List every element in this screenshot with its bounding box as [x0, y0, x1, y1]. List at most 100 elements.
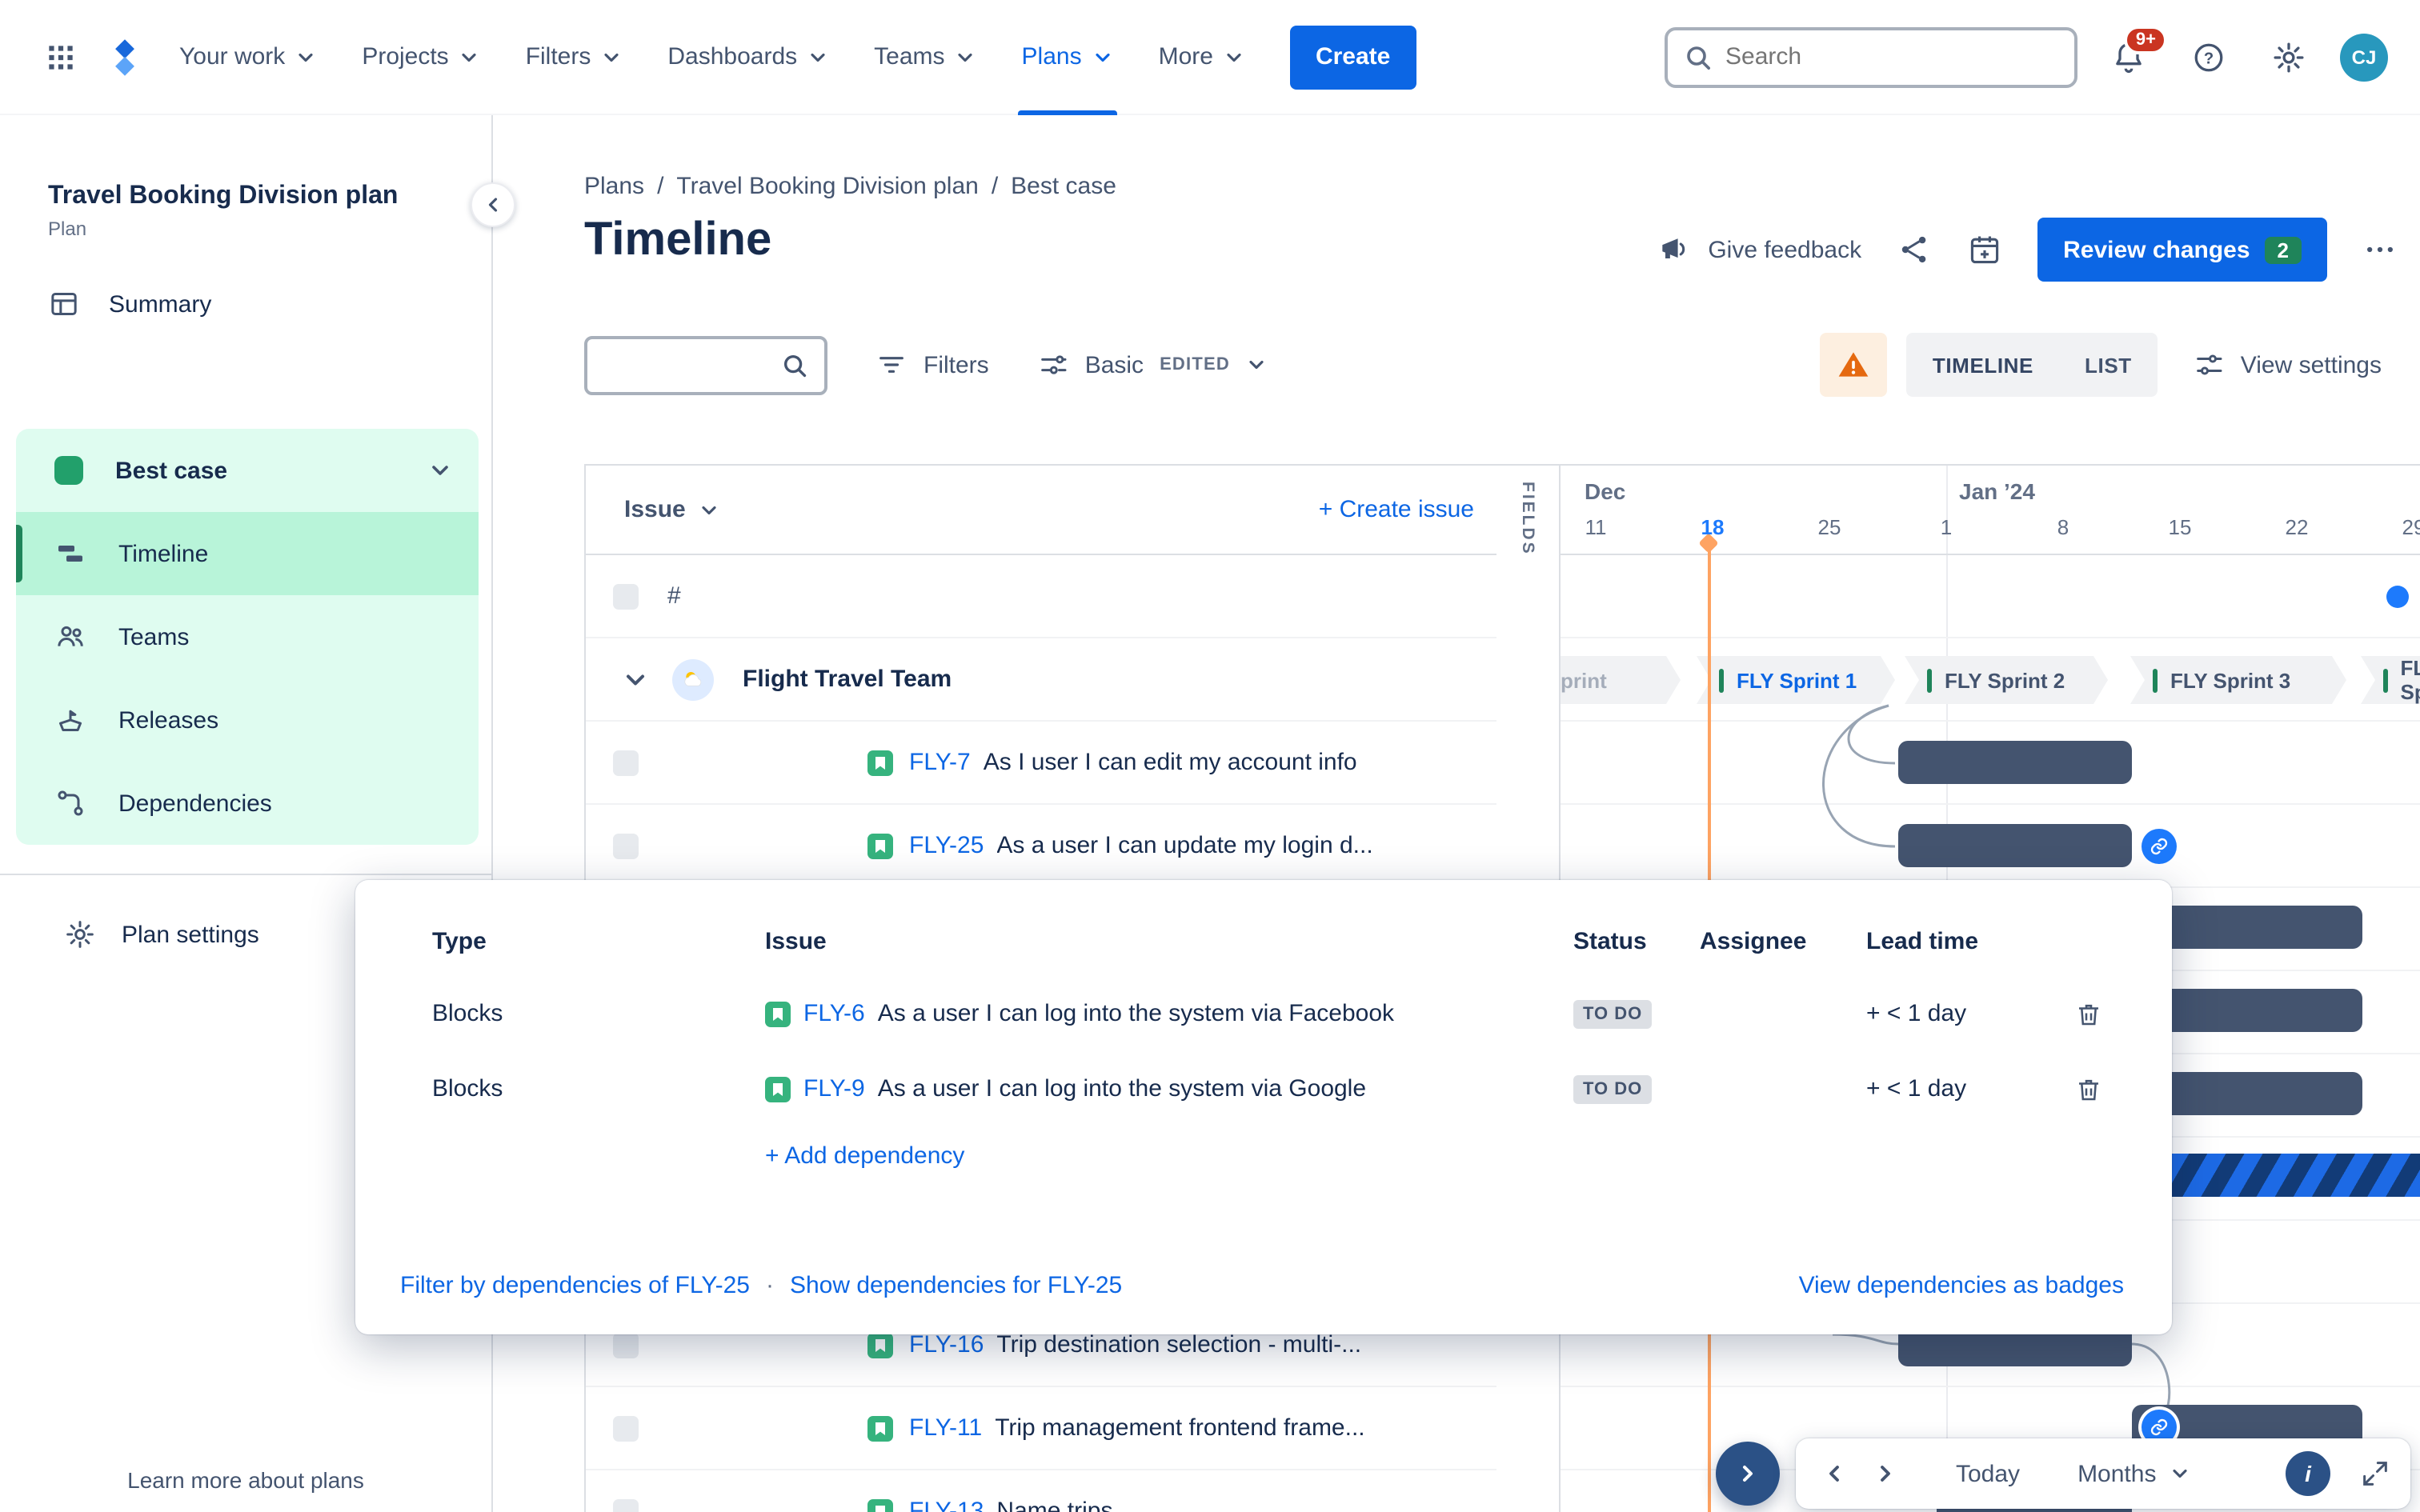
breadcrumb-plan-name[interactable]: Travel Booking Division plan	[676, 173, 978, 200]
settings-button[interactable]	[2260, 28, 2318, 86]
app-switcher-button[interactable]	[32, 28, 90, 86]
issue-row-fly-11[interactable]: FLY-11 Trip management frontend frame...	[586, 1387, 1496, 1470]
sprint-bar-fly-sprint-2[interactable]: FLY Sprint 2	[1905, 656, 2108, 704]
lead-time-value: + < 1 day	[1866, 1000, 1967, 1027]
today-button[interactable]: Today	[1956, 1460, 2020, 1487]
show-dependencies-link[interactable]: Show dependencies for FLY-25	[790, 1272, 1122, 1299]
issue-key-link[interactable]: FLY-25	[909, 832, 984, 859]
issue-summary[interactable]: Trip management frontend frame...	[995, 1414, 1364, 1442]
notification-badge: 9+	[2124, 25, 2167, 54]
sidebar-item-releases[interactable]: Releases	[16, 678, 479, 762]
create-issue-button[interactable]: + Create issue	[1319, 496, 1474, 523]
row-checkbox[interactable]	[613, 1415, 639, 1441]
plan-title: Travel Booking Division plan	[48, 182, 399, 210]
delete-dependency-button[interactable]	[2074, 1074, 2127, 1103]
view-settings-button[interactable]: View settings	[2177, 349, 2398, 381]
issue-key-link[interactable]: FLY-16	[909, 1331, 984, 1358]
review-changes-button[interactable]: Review changes 2	[2037, 218, 2327, 282]
sidebar-collapse-button[interactable]	[471, 182, 515, 227]
issue-row-fly-13[interactable]: FLY-13 Name trips	[586, 1470, 1496, 1512]
view-mode-button[interactable]: Basic EDITED	[1037, 349, 1268, 381]
plan-search-input[interactable]	[603, 351, 781, 378]
jira-logo-icon	[104, 36, 146, 78]
issue-key-link[interactable]: FLY-11	[909, 1414, 982, 1442]
milestone-dot[interactable]	[2386, 586, 2409, 608]
breadcrumb-scenario[interactable]: Best case	[1011, 173, 1116, 200]
info-button[interactable]	[2286, 1451, 2330, 1496]
delete-dependency-button[interactable]	[2074, 999, 2127, 1028]
tab-timeline[interactable]: TIMELINE	[1907, 333, 2059, 397]
nav-item-dashboards[interactable]: Dashboards	[648, 0, 848, 114]
sidebar-item-timeline[interactable]: Timeline	[16, 512, 479, 595]
issue-key-link[interactable]: FLY-13	[909, 1498, 984, 1512]
status-badge: TO DO	[1573, 1075, 1653, 1104]
issue-summary[interactable]: As a user I can update my login d...	[996, 832, 1372, 859]
nav-item-plans[interactable]: Plans	[1003, 0, 1133, 114]
issue-column-header[interactable]: Issue	[624, 496, 721, 523]
nav-item-your-work[interactable]: Your work	[160, 0, 336, 114]
user-avatar[interactable]: CJ	[2340, 33, 2388, 81]
jira-logo[interactable]	[96, 28, 154, 86]
help-button[interactable]: ?	[2180, 28, 2238, 86]
sprint-bar[interactable]: print	[1561, 656, 1681, 704]
more-actions-button[interactable]	[2362, 232, 2398, 267]
team-group-row[interactable]: Flight Travel Team	[586, 638, 1496, 722]
warning-button[interactable]	[1820, 333, 1888, 397]
filter-by-dependencies-link[interactable]: Filter by dependencies of FLY-25	[400, 1272, 750, 1299]
nav-label: Plans	[1021, 43, 1082, 70]
sidebar-item-dependencies[interactable]: Dependencies	[16, 762, 479, 845]
breadcrumb-plans[interactable]: Plans	[584, 173, 644, 200]
row-checkbox[interactable]	[613, 833, 639, 858]
sprint-bar-fly-sprint-3[interactable]: FLY Sprint 3	[2130, 656, 2346, 704]
add-dependency-link[interactable]: + Add dependency	[765, 1142, 964, 1170]
nav-item-filters[interactable]: Filters	[507, 0, 643, 114]
sidebar-item-summary[interactable]: Summary	[0, 269, 491, 339]
sidebar-item-teams[interactable]: Teams	[16, 595, 479, 678]
gantt-bar-striped[interactable]	[2134, 1154, 2420, 1197]
row-checkbox[interactable]	[613, 1332, 639, 1358]
give-feedback-button[interactable]: Give feedback	[1657, 232, 1861, 267]
scroll-left-button[interactable]	[1809, 1448, 1860, 1499]
sprint-bar-fly-sprint-1[interactable]: FLY Sprint 1	[1697, 656, 1895, 704]
sprint-label: FLY Sprin	[2400, 656, 2414, 704]
dependency-type: Blocks	[432, 1000, 503, 1027]
filter-icon	[875, 349, 908, 381]
nav-item-more[interactable]: More	[1140, 0, 1264, 114]
scroll-right-button[interactable]	[1860, 1448, 1911, 1499]
gantt-bar-fly-25[interactable]	[1898, 824, 2132, 867]
issue-key-link[interactable]: FLY-6	[803, 1000, 865, 1027]
zoom-level-dropdown[interactable]: Months	[2077, 1460, 2191, 1487]
issue-key-link[interactable]: FLY-9	[803, 1075, 865, 1102]
issue-summary[interactable]: As I user I can edit my account info	[984, 749, 1357, 776]
nav-item-projects[interactable]: Projects	[343, 0, 499, 114]
notifications-button[interactable]: 9+	[2100, 25, 2167, 89]
gantt-bar-fly-7[interactable]	[1898, 741, 2132, 784]
scenario-best-case[interactable]: Best case	[16, 429, 479, 512]
nav-item-teams[interactable]: Teams	[855, 0, 996, 114]
schedule-button[interactable]	[1967, 232, 2002, 267]
issue-summary[interactable]: Trip destination selection - multi-...	[996, 1331, 1361, 1358]
plan-search[interactable]	[584, 335, 827, 394]
jump-forward-button[interactable]	[1716, 1442, 1780, 1506]
issue-key-link[interactable]: FLY-7	[909, 749, 971, 776]
issue-row-fly-25[interactable]: FLY-25 As a user I can update my login d…	[586, 805, 1496, 888]
row-checkbox[interactable]	[613, 750, 639, 775]
issue-summary[interactable]: Name trips	[996, 1498, 1112, 1512]
issue-row-fly-7[interactable]: FLY-7 As I user I can edit my account in…	[586, 722, 1496, 805]
create-button[interactable]: Create	[1289, 25, 1416, 89]
chevron-down-icon	[427, 458, 453, 483]
filters-button[interactable]: Filters	[875, 349, 989, 381]
fullscreen-button[interactable]	[2359, 1458, 2391, 1490]
row-checkbox[interactable]	[613, 583, 639, 609]
search-input[interactable]	[1725, 43, 2058, 70]
row-checkbox[interactable]	[613, 1498, 639, 1512]
dependency-link-icon[interactable]	[2142, 829, 2177, 864]
summary-icon	[48, 288, 80, 320]
learn-more-link[interactable]: Learn more about plans	[0, 1467, 491, 1493]
view-dependencies-as-badges-link[interactable]: View dependencies as badges	[1799, 1272, 2124, 1299]
share-button[interactable]	[1897, 232, 1932, 267]
tab-list[interactable]: LIST	[2059, 333, 2158, 397]
chevron-down-icon	[955, 46, 977, 68]
global-search[interactable]	[1665, 26, 2077, 87]
chevron-down-icon[interactable]	[621, 665, 650, 694]
